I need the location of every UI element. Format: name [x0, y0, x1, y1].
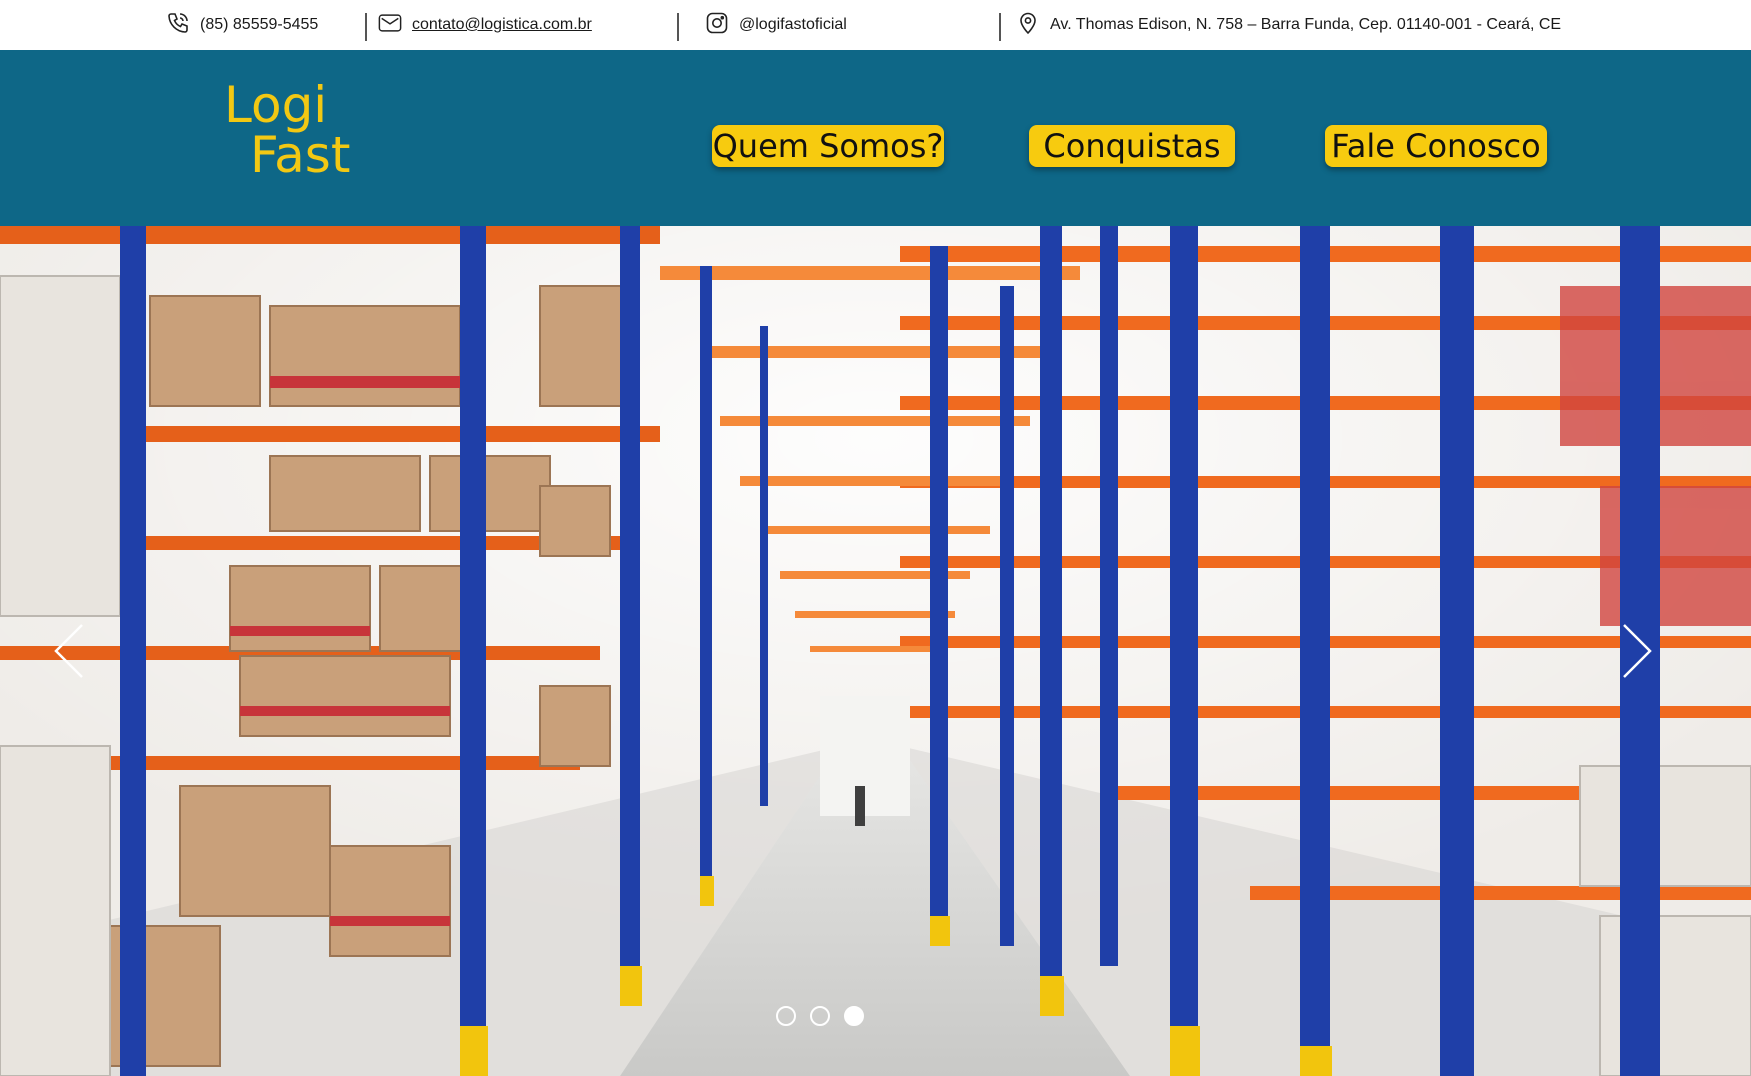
instagram-handle[interactable]: @logifastoficial: [739, 16, 847, 34]
divider: [999, 13, 1001, 41]
carousel-dot-3[interactable]: [844, 1006, 864, 1026]
instagram-icon: [705, 11, 729, 40]
warehouse-image: [0, 226, 1751, 1076]
address-text: Av. Thomas Edison, N. 758 – Barra Funda,…: [1050, 16, 1562, 33]
contact-bar: (85) 85559-5455 contato@logistica.com.br…: [0, 0, 1751, 50]
instagram-contact: @logifastoficial: [705, 0, 847, 50]
nav-contact-button[interactable]: Fale Conosco: [1325, 125, 1547, 167]
chevron-left-icon: [50, 624, 90, 685]
carousel-prev-button[interactable]: [50, 621, 90, 681]
hero-carousel: [0, 226, 1751, 1076]
phone-icon: [166, 11, 190, 40]
mail-icon: [378, 11, 402, 40]
logo[interactable]: Logi Fast: [224, 80, 350, 180]
carousel-dot-2[interactable]: [810, 1006, 830, 1026]
divider: [677, 13, 679, 41]
divider: [365, 13, 367, 41]
email-contact: contato@logistica.com.br: [378, 0, 592, 50]
email-link[interactable]: contato@logistica.com.br: [412, 16, 592, 34]
phone-number: (85) 85559-5455: [200, 16, 319, 33]
logo-line-1: Logi: [224, 76, 328, 134]
location-pin-icon: [1016, 11, 1040, 40]
carousel-next-button[interactable]: [1616, 621, 1656, 681]
site-header: Logi Fast Quem Somos? Conquistas Fale Co…: [0, 50, 1751, 226]
nav-achievements-button[interactable]: Conquistas: [1029, 125, 1235, 167]
chevron-right-icon: [1616, 624, 1656, 685]
phone-contact: (85) 85559-5455: [166, 0, 318, 50]
logo-line-2: Fast: [250, 126, 351, 184]
nav-about-button[interactable]: Quem Somos?: [712, 125, 944, 167]
address-contact: Av. Thomas Edison, N. 758 – Barra Funda,…: [1016, 0, 1561, 50]
carousel-dot-1[interactable]: [776, 1006, 796, 1026]
carousel-indicators: [776, 1006, 864, 1026]
